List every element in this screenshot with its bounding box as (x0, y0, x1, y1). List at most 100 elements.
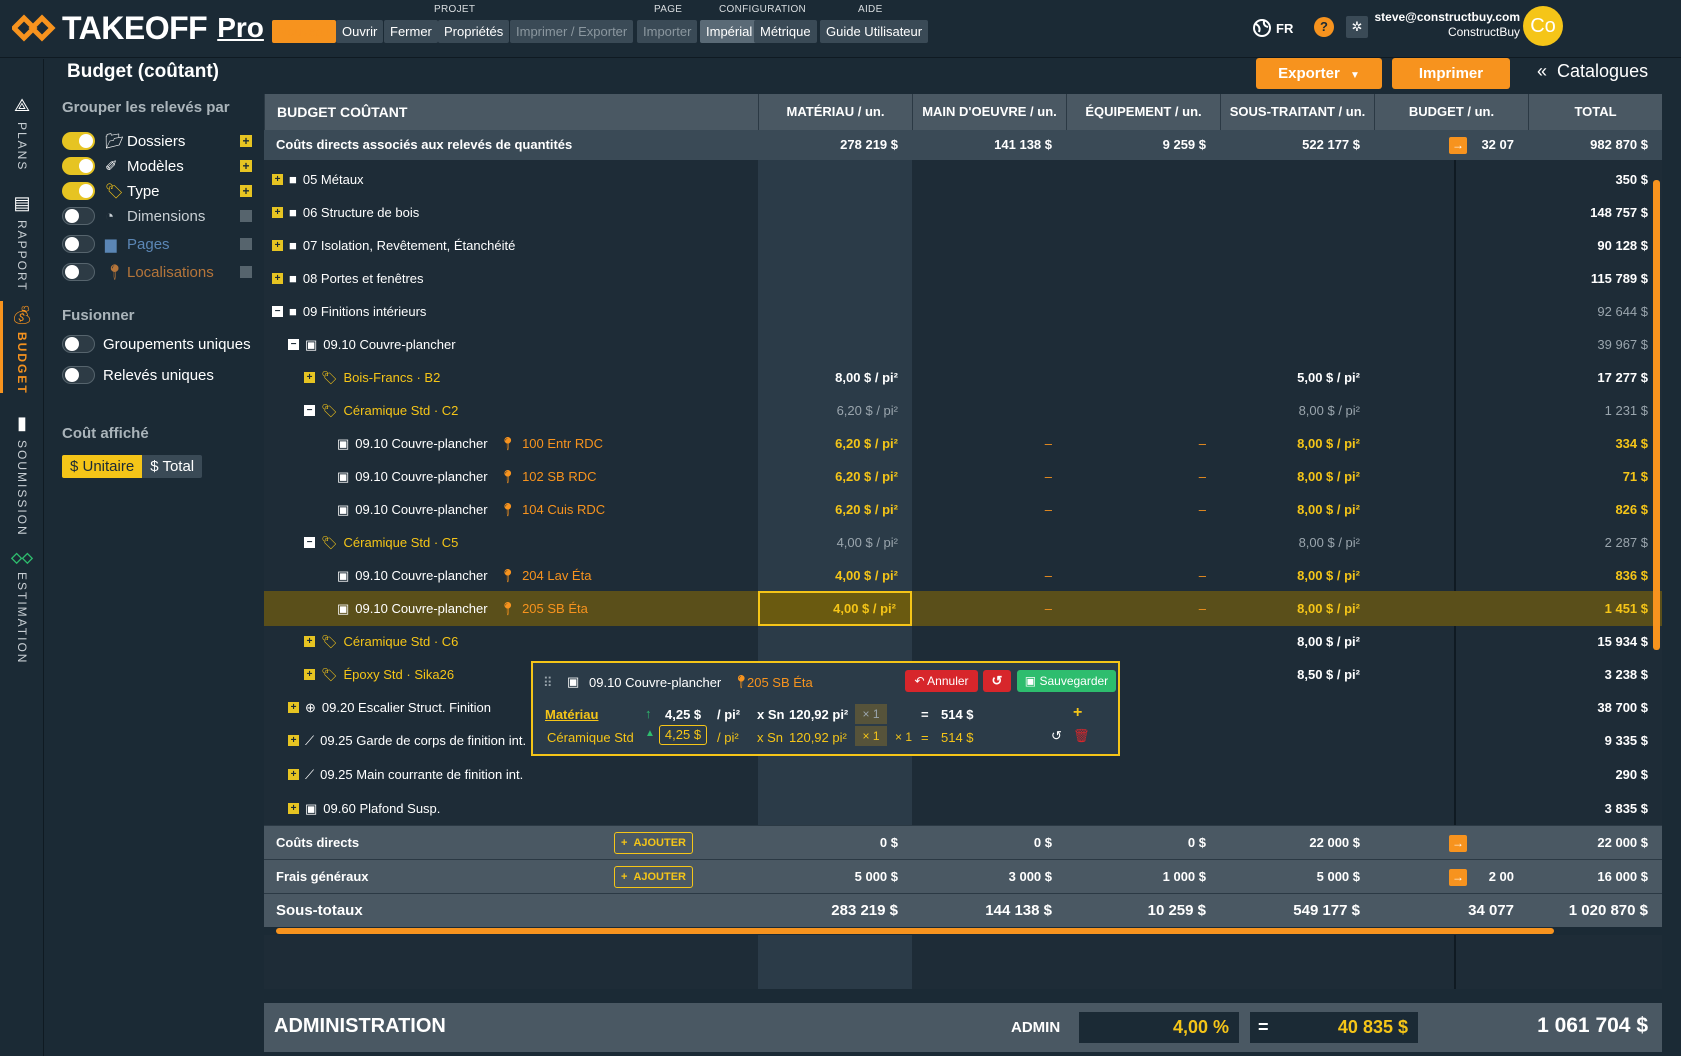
expand-icon[interactable]: + (288, 769, 299, 780)
collapse-icon[interactable]: − (304, 405, 315, 416)
reset-icon[interactable]: ↺ (983, 670, 1011, 692)
horizontal-scrollbar[interactable] (264, 927, 1662, 935)
group-by-localisations[interactable]: 📍︎ Localisations (62, 261, 252, 283)
subcontractor-cost-cell[interactable]: 5,00 $ / pi² (1220, 360, 1374, 395)
catalogues-toggle[interactable]: « Catalogues (1537, 61, 1648, 82)
plus-icon[interactable]: + (240, 185, 252, 197)
ceramic-price-input[interactable]: 4,25 $ (659, 725, 707, 745)
checkbox-icon[interactable] (240, 266, 252, 278)
toggle-type[interactable] (62, 182, 95, 200)
metric-button[interactable]: Métrique (754, 20, 817, 43)
total-cost-button[interactable]: $ Total (142, 455, 203, 478)
material-cost-cell[interactable]: 6,20 $ / pi² (758, 492, 912, 527)
imperial-button[interactable]: Impérial (700, 20, 759, 43)
table-row[interactable]: ▣ 09.10 Couvre-plancher 📍︎ 205 SB Éta 4,00 $… (264, 591, 1662, 626)
collapse-icon[interactable]: − (304, 537, 315, 548)
material-cost-cell[interactable]: 6,20 $ / pi² (758, 426, 912, 461)
table-row[interactable]: + ■ 07 Isolation, Revêtement, Étanchéité 90… (264, 228, 1662, 263)
vertical-scrollbar[interactable] (1651, 96, 1661, 994)
expand-icon[interactable]: + (304, 636, 315, 647)
arrow-right-icon[interactable]: → (1449, 834, 1467, 852)
print-button[interactable]: Imprimer (1392, 58, 1510, 89)
table-row[interactable]: + ⟋ 09.25 Main courrante de finition int. 2… (264, 757, 1662, 792)
empty-cost-dash[interactable]: – (912, 492, 1066, 527)
subcontractor-cost-cell[interactable]: 8,00 $ / pi² (1220, 492, 1374, 527)
tab-budget[interactable]: 💰︎ BUDGET (6, 305, 38, 395)
expand-icon[interactable]: + (272, 240, 283, 251)
toggle-unique-records[interactable] (62, 366, 95, 384)
table-row[interactable]: + 🏷︎ Céramique Std · C6 8,00 $ / pi² 15 934 … (264, 624, 1662, 659)
table-row[interactable]: ▣ 09.10 Couvre-plancher 📍︎ 100 Entr RDC 6,20… (264, 426, 1662, 461)
undo-icon[interactable]: ↺ (1051, 728, 1062, 744)
expand-icon[interactable]: + (288, 803, 299, 814)
expand-icon[interactable]: + (304, 669, 315, 680)
table-row[interactable]: ▣ 09.10 Couvre-plancher 📍︎ 204 Lav Éta 4,00 … (264, 558, 1662, 593)
group-by-dimensions[interactable]: ◔ Dimensions (62, 205, 252, 227)
subcontractor-cost-cell[interactable]: 8,00 $ / pi² (1220, 624, 1374, 659)
save-button[interactable]: ▣ Sauvegarder (1017, 670, 1116, 692)
group-by-modeles[interactable]: ✐ Modèles + (62, 155, 252, 177)
language-selector[interactable]: FR (1252, 18, 1293, 38)
table-row[interactable]: − ▣ 09.10 Couvre-plancher 39 967 $ (264, 327, 1662, 362)
admin-percent-input[interactable]: 4,00 % (1079, 1012, 1239, 1043)
tab-plans[interactable]: ⟁ PLANS (6, 95, 38, 171)
material-cost-cell[interactable]: 6,20 $ / pi² (758, 393, 912, 428)
add-line-icon[interactable]: + (1073, 704, 1082, 722)
empty-cost-dash[interactable]: – (912, 459, 1066, 494)
table-row[interactable]: + ■ 06 Structure de bois 148 757 $ (264, 195, 1662, 230)
toggle-unique-groups[interactable] (62, 335, 95, 353)
empty-cost-dash[interactable]: – (912, 591, 1066, 626)
subcontractor-cost-cell[interactable]: 8,00 $ / pi² (1220, 558, 1374, 593)
expand-icon[interactable]: + (272, 273, 283, 284)
subcontractor-cost-cell[interactable]: 8,00 $ / pi² (1220, 426, 1374, 461)
tab-estimation[interactable]: ◇◇ ESTIMATION (6, 549, 38, 664)
expand-icon[interactable]: + (272, 207, 283, 218)
new-button[interactable]: Nouveau (272, 20, 337, 43)
material-cost-cell[interactable]: 4,00 $ / pi² (758, 558, 912, 593)
group-by-pages[interactable]: ▆ Pages (62, 233, 252, 255)
open-button[interactable]: Ouvrir (336, 20, 384, 43)
material-cost-cell[interactable]: 6,20 $ / pi² (758, 459, 912, 494)
drag-handle-icon[interactable]: ⠿ (543, 675, 553, 691)
expand-icon[interactable]: + (288, 735, 299, 746)
subcontractor-cost-cell[interactable]: 8,00 $ / pi² (1220, 393, 1374, 428)
empty-cost-dash[interactable]: – (912, 426, 1066, 461)
add-button[interactable]: + AJOUTER (614, 832, 693, 854)
table-row[interactable]: − 🏷︎ Céramique Std · C2 6,20 $ / pi² 8,00 $ … (264, 393, 1662, 428)
table-row[interactable]: + 🏷︎ Bois-Francs · B2 8,00 $ / pi² 5,00 $ / … (264, 360, 1662, 395)
toggle-dossiers[interactable] (62, 132, 95, 150)
table-row[interactable]: ▣ 09.10 Couvre-plancher 📍︎ 104 Cuis RDC 6,20… (264, 492, 1662, 527)
table-row[interactable]: − ■ 09 Finitions intérieurs 92 644 $ (264, 294, 1662, 329)
material-cost-cell[interactable]: 4,00 $ / pi² (758, 591, 912, 626)
subcontractor-cost-cell[interactable]: 8,00 $ / pi² (1220, 459, 1374, 494)
empty-cost-dash[interactable]: – (1066, 459, 1220, 494)
ceramic-multiplier[interactable]: × 1 (855, 726, 887, 746)
toggle-pages[interactable] (62, 235, 95, 253)
user-guide-button[interactable]: Guide Utilisateur (820, 20, 929, 43)
plus-icon[interactable]: + (240, 135, 252, 147)
trash-icon[interactable]: 🗑︎ (1073, 728, 1090, 744)
vertical-scrollbar-thumb[interactable] (1653, 180, 1660, 650)
empty-cost-dash[interactable]: – (1066, 591, 1220, 626)
horizontal-scrollbar-thumb[interactable] (276, 928, 1554, 934)
material-multiplier[interactable]: × 1 (855, 704, 887, 724)
merge-unique-groups[interactable]: Groupements uniques (62, 333, 251, 355)
arrow-right-icon[interactable]: → (1449, 137, 1467, 154)
expand-icon[interactable]: + (304, 372, 315, 383)
plus-icon[interactable]: + (240, 160, 252, 172)
help-icon[interactable]: ? (1314, 17, 1334, 37)
avatar[interactable]: Co (1523, 6, 1563, 46)
table-row[interactable]: + ■ 05 Métaux 350 $ (264, 162, 1662, 197)
properties-button[interactable]: Propriétés (438, 20, 510, 43)
unit-cost-button[interactable]: $ Unitaire (62, 455, 143, 478)
cancel-button[interactable]: ↶ Annuler (905, 670, 978, 692)
table-row[interactable]: + ▣ 09.60 Plafond Susp. 3 835 $ (264, 791, 1662, 826)
subcontractor-cost-cell[interactable]: 8,50 $ / pi² (1220, 657, 1374, 692)
close-button[interactable]: Fermer (384, 20, 438, 43)
tab-soumission[interactable]: ▮ SOUMISSION (6, 413, 38, 537)
collapse-icon[interactable]: − (288, 339, 299, 350)
empty-cost-dash[interactable]: – (1066, 426, 1220, 461)
collapse-icon[interactable]: − (272, 306, 283, 317)
tab-rapport[interactable]: ▤ RAPPORT (6, 193, 38, 292)
table-row[interactable]: + ■ 08 Portes et fenêtres 115 789 $ (264, 261, 1662, 296)
